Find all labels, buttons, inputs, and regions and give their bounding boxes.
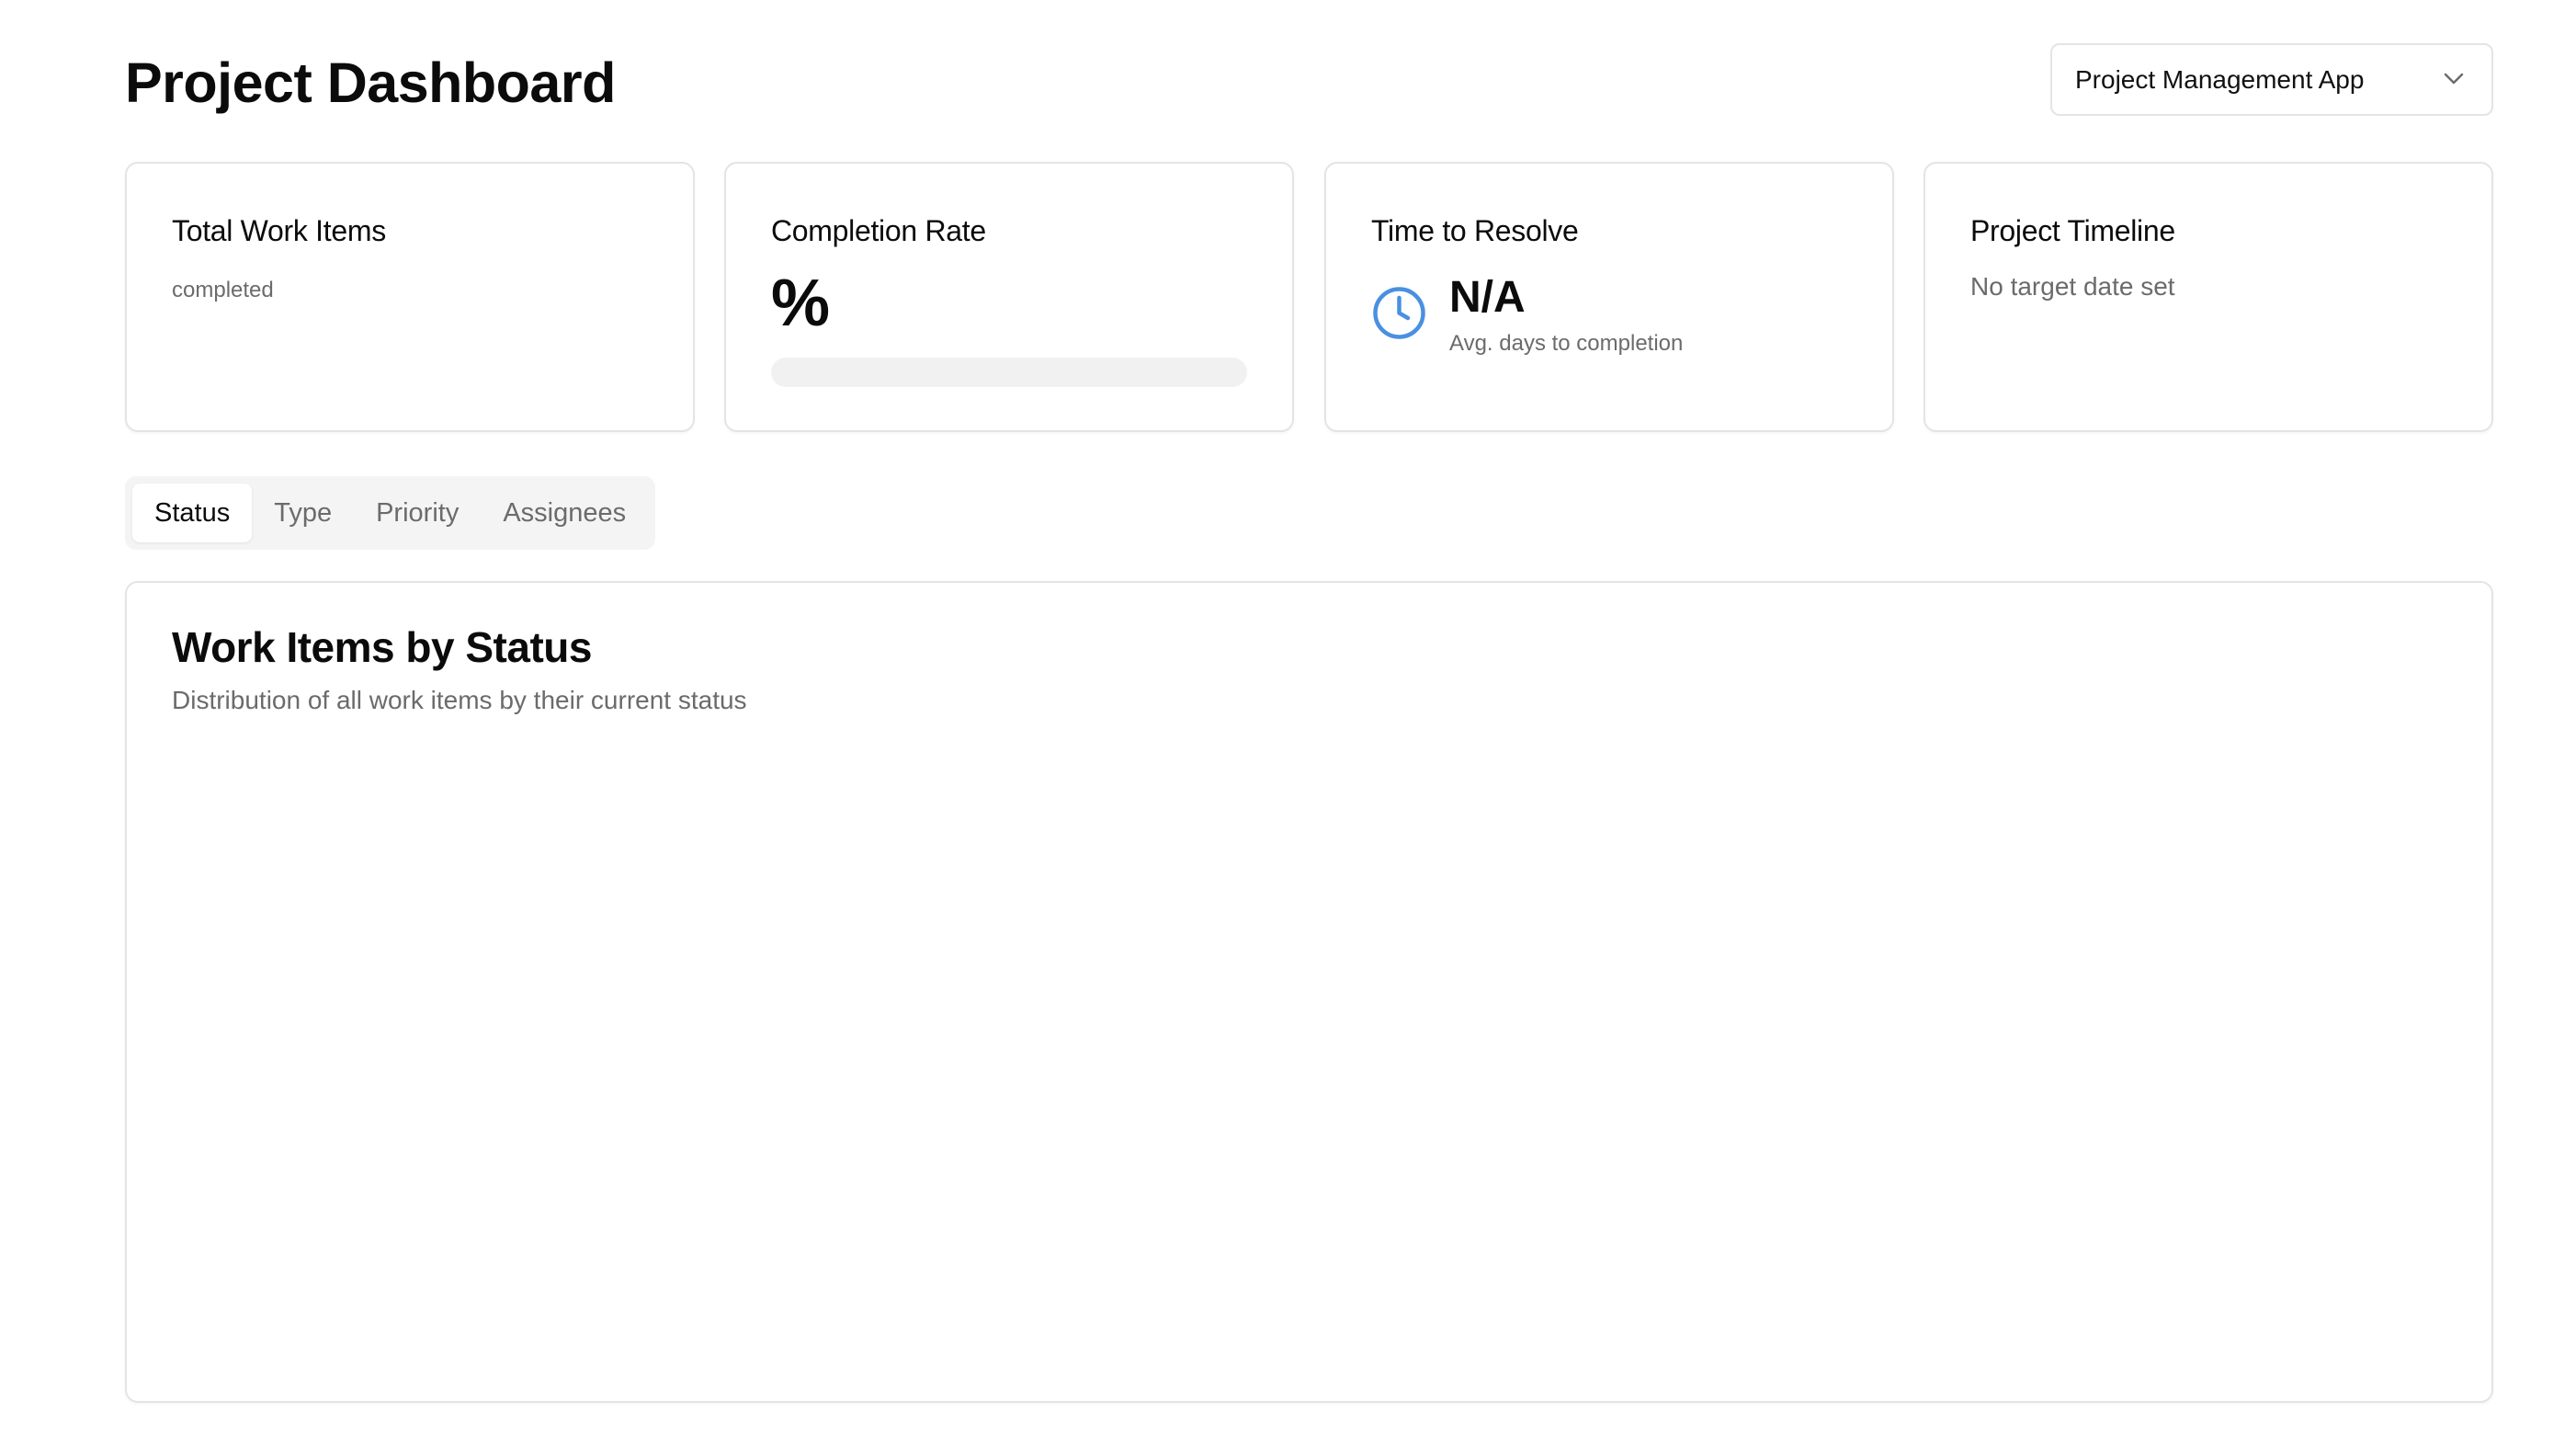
card-title: Completion Rate [771,214,986,247]
chart-title: Work Items by Status [172,623,592,671]
completion-rate-card: Completion Rate % [724,162,1294,432]
clock-icon [1373,287,1425,339]
work-items-by-status-card: Work Items by Status Distribution of all… [125,581,2493,1403]
completed-caption: completed [172,278,274,302]
project-timeline-card: Project Timeline No target date set [1923,162,2493,432]
page-title: Project Dashboard [125,51,616,114]
time-to-resolve-card: Time to Resolve N/A Avg. days to complet… [1324,162,1894,432]
tab-status[interactable]: Status [132,484,253,542]
tab-priority[interactable]: Priority [354,484,481,542]
card-title: Time to Resolve [1371,214,1579,247]
time-to-resolve-caption: Avg. days to completion [1449,331,1684,356]
chart-subtitle: Distribution of all work items by their … [172,686,747,714]
dashboard-page: Project Dashboard Project Management App… [125,0,2493,1446]
chevron-down-icon [2444,73,2464,85]
stats-cards: Total Work Items completed Completion Ra… [125,162,2493,432]
total-work-items-card: Total Work Items completed [125,162,695,432]
project-select-value: Project Management App [2075,65,2365,94]
completion-progress-bar [771,358,1247,387]
completion-rate-value: % [771,267,831,340]
chart-tabs: Status Type Priority Assignees [125,476,656,550]
tab-assignees[interactable]: Assignees [481,484,648,542]
tab-type[interactable]: Type [252,484,354,542]
card-title: Total Work Items [172,214,386,247]
project-select[interactable]: Project Management App [2050,43,2493,116]
header: Project Dashboard Project Management App [125,43,2493,120]
chart-area [172,744,2448,1369]
card-title: Project Timeline [1970,214,2175,247]
timeline-status-text: No target date set [1970,272,2175,301]
time-to-resolve-value: N/A [1449,273,1526,322]
